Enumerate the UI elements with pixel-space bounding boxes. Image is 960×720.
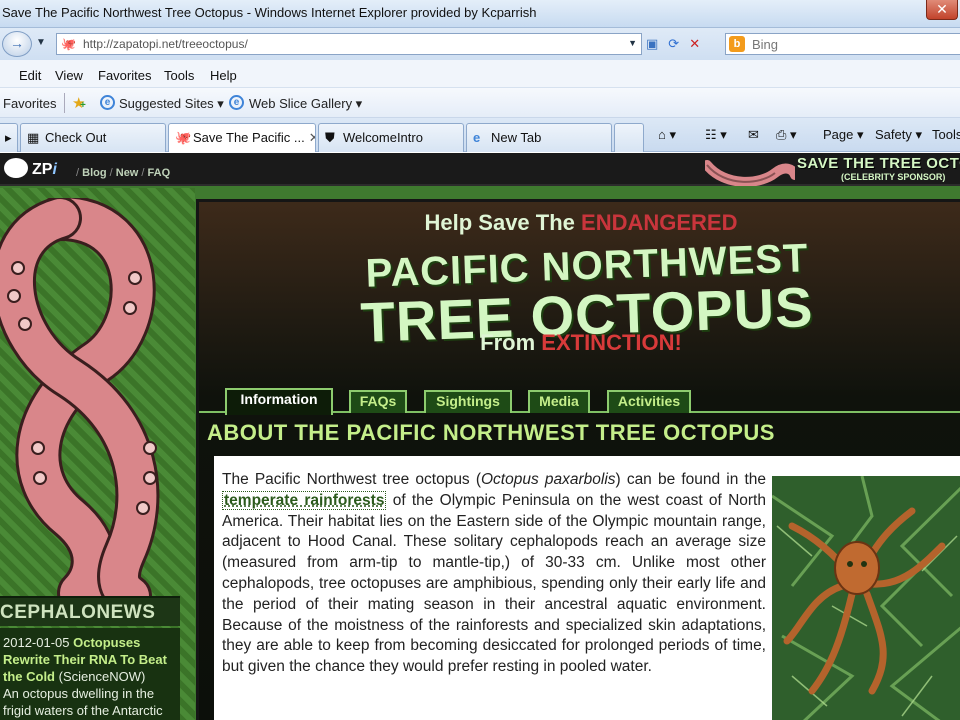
tab-new-tab[interactable]: e New Tab (466, 123, 612, 152)
endangered-text: ENDANGERED (581, 210, 738, 235)
stop-icon[interactable]: ✕ (689, 36, 710, 51)
suggested-sites-link[interactable]: Suggested Sites ▾ (119, 96, 224, 112)
close-tab-icon[interactable]: ✕ (309, 130, 315, 145)
tab-faqs[interactable]: FAQs (349, 390, 407, 413)
tab-activities[interactable]: Activities (607, 390, 691, 413)
nav-new-link[interactable]: New (116, 167, 139, 179)
favorites-bar: Favorites ★ + e Suggested Sites ▾ e Web S… (0, 88, 960, 118)
cephalonews-heading: CEPHALONEWS (0, 596, 180, 626)
safety-menu[interactable]: Safety ▾ (875, 127, 922, 143)
promo-subtitle: (CELEBRITY SPONSOR) (841, 172, 946, 182)
tab-welcome-intro[interactable]: ⛊ WelcomeIntro (318, 123, 464, 152)
shield-icon: ⛊ (325, 130, 335, 145)
menu-favorites[interactable]: Favorites (98, 68, 151, 83)
address-field[interactable]: 🐙 http://zapatopi.net/treeoctopus/ ▼ (56, 33, 642, 55)
tab-bar: ▸ ▦ Check Out 🐙Save The Pacific ... ✕ ⛊ Wel… (0, 118, 960, 152)
recent-pages-dropdown-icon[interactable]: ▼ (36, 37, 46, 48)
celebrity-sponsor-banner[interactable]: SAVE THE TREE OCTOPUS (CELEBRITY SPONSOR… (705, 153, 960, 186)
new-tab-button[interactable] (614, 123, 644, 152)
tools-menu[interactable]: Tools (932, 127, 960, 142)
cephalonews-item: 2012-01-05 Octopuses Rewrite Their RNA T… (0, 628, 180, 720)
tentacle-banner-icon (705, 160, 795, 186)
ie-new-tab-icon: e (473, 130, 481, 145)
web-slice-gallery-link[interactable]: Web Slice Gallery ▾ (249, 96, 362, 112)
species-name: Octopus paxarbolis (481, 471, 616, 488)
window-close-button[interactable]: ✕ (926, 0, 958, 20)
tentacle-logo-icon (4, 158, 28, 178)
favorites-button[interactable]: Favorites (3, 96, 56, 111)
main-content: Help Save The ENDANGERED PACIFIC NORTHWE… (196, 199, 960, 720)
tree-octopus-photo (772, 476, 960, 720)
zapatopi-logo[interactable]: ZPi (4, 158, 57, 179)
site-favicon-icon: 🐙 (61, 37, 76, 51)
add-favorite-star-icon[interactable]: ★ + (72, 94, 86, 112)
hero-from-line: From EXTINCTION! (480, 330, 682, 355)
rss-feed-icon[interactable]: ☷ ▾ (705, 127, 727, 143)
news-source: (ScienceNOW) (58, 669, 146, 684)
left-sidebar: CEPHALONEWS 2012-01-05 Octopuses Rewrite… (0, 188, 195, 720)
bing-logo-icon: b (729, 36, 745, 52)
about-heading: ABOUT THE PACIFIC NORTHWEST TREE OCTOPUS (207, 420, 775, 445)
print-icon[interactable]: ⎙ ▾ (776, 127, 797, 143)
forward-arrow-icon: → (10, 35, 24, 51)
page-menu[interactable]: Page ▾ (823, 127, 864, 143)
tab-label: Save The Pacific ... (193, 130, 305, 145)
ie-page-icon: e (100, 95, 115, 110)
home-icon[interactable]: ⌂ ▾ (658, 127, 676, 143)
tab-label: New Tab (491, 130, 542, 145)
hero-help-line: Help Save The ENDANGERED (424, 210, 738, 235)
menu-view[interactable]: View (55, 68, 83, 83)
tab-information[interactable]: Information (225, 388, 333, 415)
temperate-rainforests-link[interactable]: temperate rainforests (222, 490, 387, 510)
refresh-icon[interactable]: ⟳ (668, 36, 689, 51)
forward-button[interactable]: → (2, 31, 32, 57)
chevron-left-icon: ▸ (5, 130, 12, 145)
tab-media[interactable]: Media (528, 390, 590, 413)
article-card: The Pacific Northwest tree octopus (Octo… (214, 456, 960, 720)
favorites-divider (64, 93, 65, 113)
tab-label: Check Out (45, 130, 107, 145)
octopus-favicon-icon: 🐙 (175, 130, 192, 145)
web-page: ZPi / Blog / New / FAQ SAVE THE TREE OCT… (0, 153, 960, 720)
article-paragraph: The Pacific Northwest tree octopus (Octo… (222, 471, 767, 676)
page-icon: ▦ (27, 130, 40, 145)
search-box[interactable]: b Bing (725, 33, 960, 55)
promo-title: SAVE THE TREE OCTOPUS (797, 155, 960, 172)
nav-blog-link[interactable]: Blog (82, 167, 106, 179)
tab-check-out[interactable]: ▦ Check Out (20, 123, 166, 152)
url-text[interactable]: http://zapatopi.net/treeoctopus/ (83, 37, 248, 51)
extinction-text: EXTINCTION! (541, 330, 682, 355)
address-bar-row: → ▼ 🐙 http://zapatopi.net/treeoctopus/ ▼… (0, 28, 960, 60)
news-snippet: An octopus dwelling in the frigid waters… (3, 686, 163, 718)
news-date: 2012-01-05 (3, 635, 70, 650)
title-bar: Save The Pacific Northwest Tree Octopus … (0, 0, 960, 28)
search-placeholder[interactable]: Bing (752, 37, 778, 52)
tab-overflow-prev[interactable]: ▸ (0, 123, 18, 152)
read-mail-icon[interactable]: ✉ (748, 127, 759, 143)
awareness-tentacle-icon (0, 198, 160, 598)
address-dropdown-icon[interactable]: ▼ (628, 38, 637, 48)
content-tabs: Information FAQs Sightings Media Activit… (199, 388, 960, 415)
site-nav: / Blog / New / FAQ (76, 167, 171, 179)
tab-sightings[interactable]: Sightings (424, 390, 512, 413)
nav-faq-link[interactable]: FAQ (148, 167, 171, 179)
address-actions: ▣⟳✕ (646, 36, 710, 52)
site-header: ZPi / Blog / New / FAQ SAVE THE TREE OCT… (0, 153, 960, 186)
tab-save-the-pacific[interactable]: 🐙Save The Pacific ... ✕ (168, 123, 316, 152)
compatibility-view-icon[interactable]: ▣ (646, 36, 668, 51)
window-title: Save The Pacific Northwest Tree Octopus … (2, 5, 537, 20)
ie-slice-icon: e (229, 95, 244, 110)
menu-help[interactable]: Help (210, 68, 237, 83)
menu-edit[interactable]: Edit (19, 68, 41, 83)
menu-bar: Edit View Favorites Tools Help (0, 60, 960, 88)
menu-tools[interactable]: Tools (164, 68, 194, 83)
tab-label: WelcomeIntro (343, 130, 423, 145)
